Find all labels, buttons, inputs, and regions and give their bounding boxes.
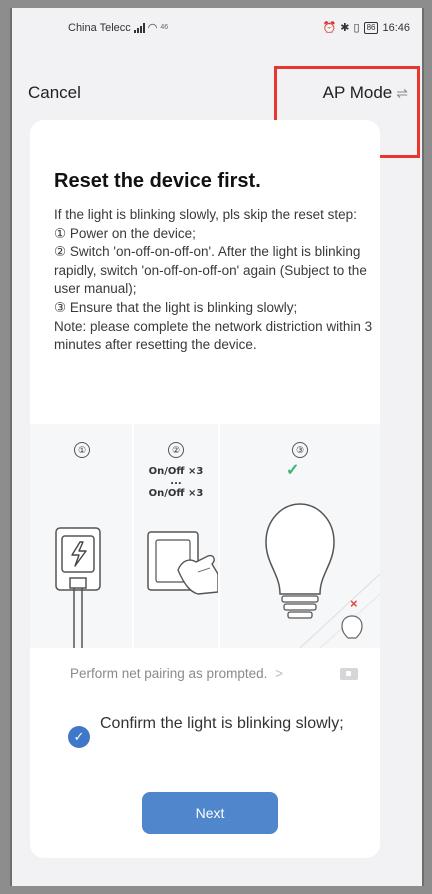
chevron-right-icon: > (275, 666, 284, 681)
status-bar: China Telecc ◠ 46 ⏰ ✱ ▯ 86 16:46 (12, 8, 422, 50)
status-right: ⏰ ✱ ▯ 86 16:46 (323, 21, 410, 34)
instruction-intro: If the light is blinking slowly, pls ski… (54, 207, 357, 222)
x-mark-icon: × (350, 596, 358, 611)
confirm-checkbox[interactable]: ✓ (68, 726, 90, 748)
wall-switch-icon (147, 531, 218, 595)
illustration-panel-power: ① (30, 424, 132, 648)
instruction-step-2: ② Switch 'on-off-on-off-on'. After the l… (54, 244, 367, 297)
reset-card: Reset the device first. If the light is … (30, 120, 380, 858)
battery-indicator: 86 (363, 21, 379, 34)
reset-illustration: ① ② On/Off ×3 ... On/Off ×3 ③ ✓ × (30, 424, 380, 648)
instruction-note: Note: please complete the network distri… (54, 318, 373, 353)
confirm-label: Confirm the light is blinking slowly; (100, 715, 344, 732)
bluetooth-icon: ✱ (340, 22, 350, 34)
video-icon[interactable] (340, 668, 358, 680)
alarm-icon: ⏰ (322, 22, 337, 34)
illustration-panel-bulb: ③ ✓ × (218, 424, 380, 648)
instructions: If the light is blinking slowly, pls ski… (54, 206, 374, 355)
pairing-link-text: Perform net pairing as prompted. (70, 666, 268, 681)
instruction-step-3: ③ Ensure that the light is blinking slow… (54, 299, 298, 315)
phone-screen: China Telecc ◠ 46 ⏰ ✱ ▯ 86 16:46 Cancel … (10, 8, 424, 886)
power-plug-icon (55, 527, 101, 648)
signal-icon (133, 22, 145, 33)
wifi-icon: ◠ (147, 22, 158, 34)
vibrate-icon: ▯ (353, 22, 360, 34)
carrier-name: China Telecc (68, 21, 131, 34)
light-bulb-icon (265, 503, 380, 648)
time-text: 16:46 (382, 21, 410, 34)
illustration-panel-switch: ② On/Off ×3 ... On/Off ×3 (132, 424, 218, 648)
pairing-link[interactable]: Perform net pairing as prompted. > (70, 666, 283, 681)
carrier-group: China Telecc ◠ 46 (68, 21, 169, 35)
cancel-button[interactable]: Cancel (28, 83, 81, 103)
next-button[interactable]: Next (142, 792, 278, 834)
pairing-row: Perform net pairing as prompted. > (30, 662, 380, 688)
network-tag: 46 (160, 24, 169, 31)
page-title: Reset the device first. (54, 170, 261, 192)
instruction-step-1: ① Power on the device; (54, 225, 196, 241)
